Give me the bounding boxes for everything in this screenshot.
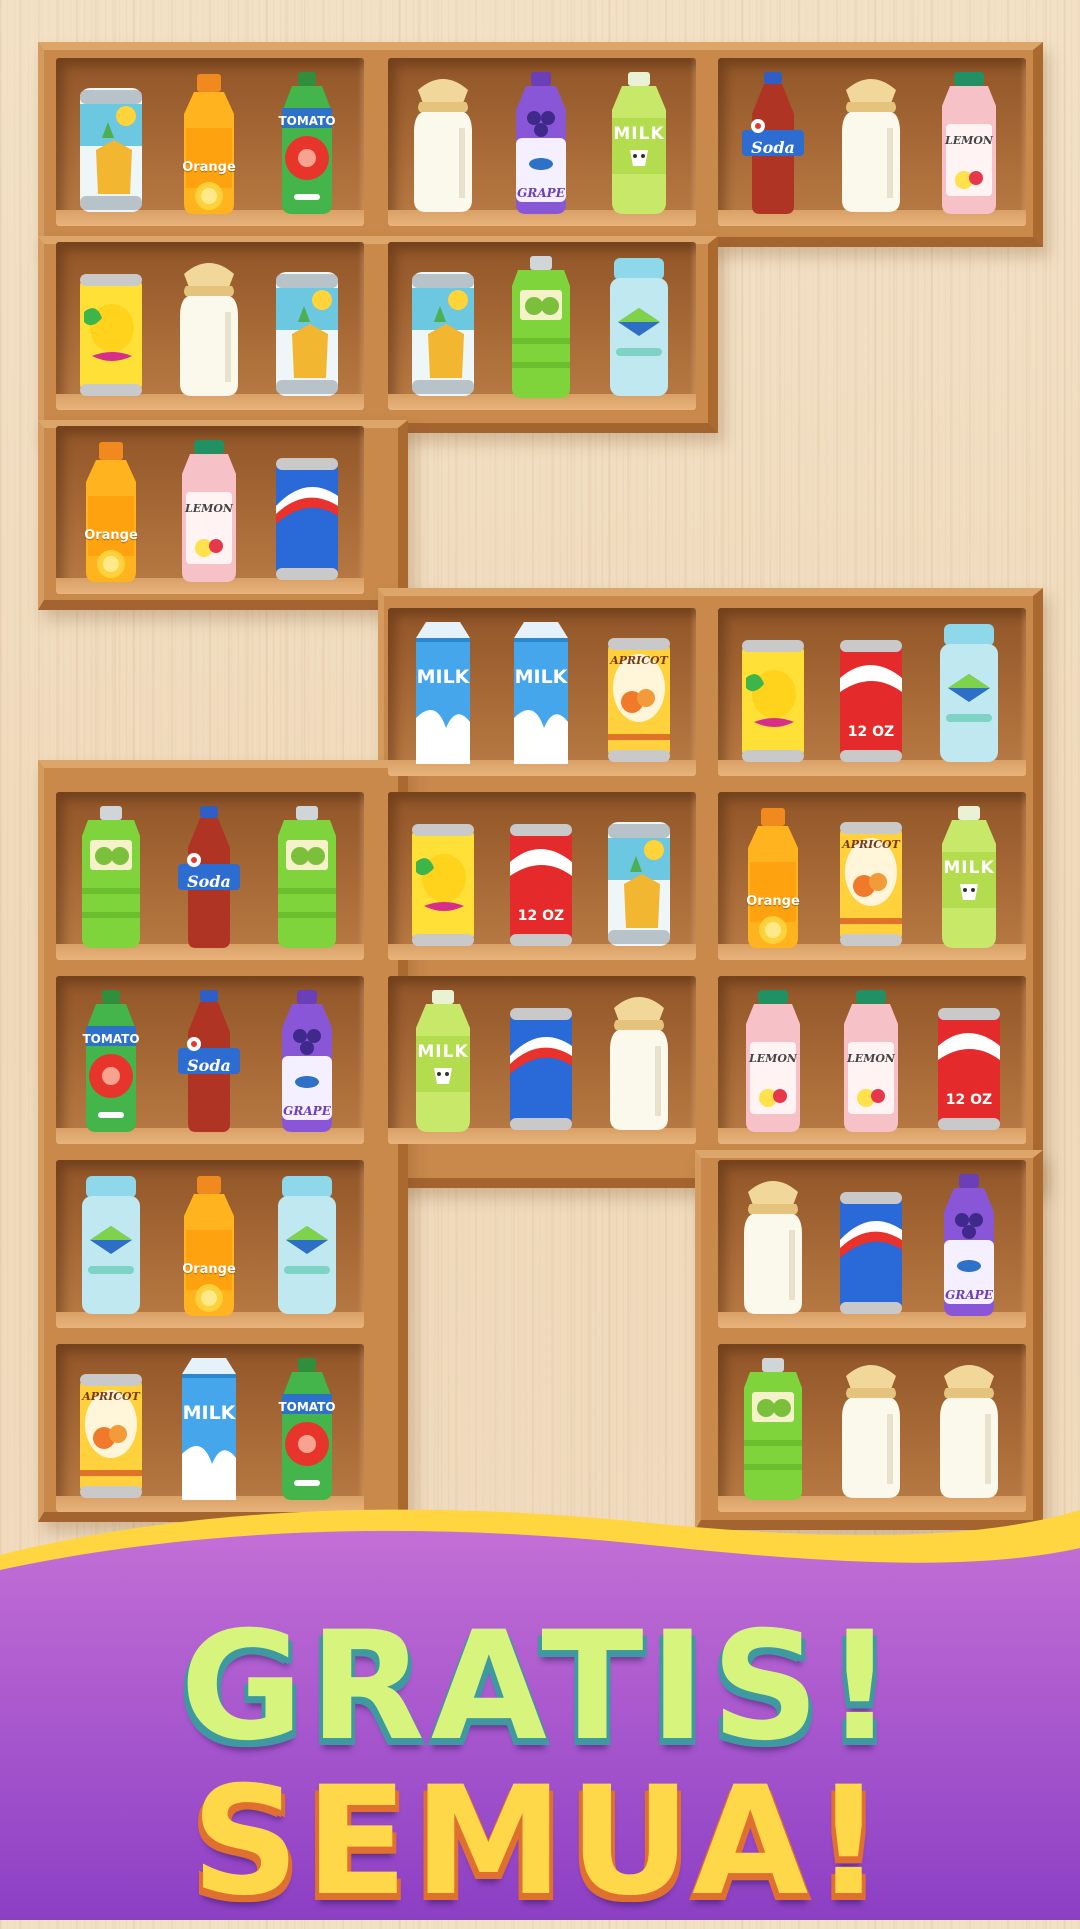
lemon-can-icon[interactable] [74,252,148,402]
shelf-cell-r6-c2[interactable]: MILK [388,976,696,1144]
soda-bottle-icon[interactable]: Soda [736,68,810,218]
milk-carton-icon[interactable]: MILK [172,1354,246,1504]
shelf-cell-r2-c1[interactable] [56,242,364,410]
shelf-cell-r6-c1[interactable]: TOMATO Soda GRAPE [56,976,364,1144]
milk-jar-icon[interactable] [602,986,676,1136]
shelf-cell-r8-c3[interactable] [718,1344,1026,1512]
pineapple-can-icon[interactable] [406,252,480,402]
soda-bottle-icon[interactable]: Soda [172,802,246,952]
milk-jar-icon[interactable] [834,68,908,218]
milk-carton-icon[interactable]: MILK [406,618,480,768]
shelf-cell-r6-c3[interactable]: LEMON LEMON 12 OZ [718,976,1026,1144]
shelf-cell-r7-c3[interactable]: GRAPE [718,1160,1026,1328]
soda-bottle-icon[interactable]: Soda [172,986,246,1136]
milk-jar-icon[interactable] [172,252,246,402]
tomato-juice-bottle-icon[interactable]: TOMATO [270,68,344,218]
milk-carton-icon[interactable]: MILK [504,618,578,768]
grape-juice-bottle-icon[interactable]: GRAPE [270,986,344,1136]
shelf-cell-r8-c1[interactable]: APRICOT MILK TOMATO [56,1344,364,1512]
kiwi-jug-icon[interactable] [736,1354,810,1504]
water-bottle-icon[interactable] [602,252,676,402]
shelf-cell-r1-c3[interactable]: Soda LEMON [718,58,1026,226]
promo-banner: GRATIS! SEMUA! [0,1500,1080,1929]
milk-bottle-icon[interactable]: MILK [602,68,676,218]
water-bottle-icon[interactable] [932,618,1006,768]
milk-bottle-icon[interactable]: MILK [406,986,480,1136]
lemon-can-icon[interactable] [736,618,810,768]
shelf-cell-r5-c2[interactable]: 12 OZ [388,792,696,960]
kiwi-jug-icon[interactable] [504,252,578,402]
red-cola-can-icon[interactable]: 12 OZ [834,618,908,768]
headline-semua: SEMUA! [191,1755,889,1929]
shelf-board: Orange TOMATO GRAPE MILK Soda LEMON Orange LEMO… [0,0,1080,1560]
orange-juice-bottle-icon[interactable]: Orange [74,436,148,586]
shelf-cell-r7-c1[interactable]: Orange [56,1160,364,1328]
orange-juice-bottle-icon[interactable]: Orange [172,68,246,218]
shelf-cell-r2-c2[interactable] [388,242,696,410]
shelf-cell-r4-c2[interactable]: MILK MILK APRICOT [388,608,696,776]
milk-jar-icon[interactable] [932,1354,1006,1504]
red-cola-can-icon[interactable]: 12 OZ [932,986,1006,1136]
shelf-cell-r1-c2[interactable]: GRAPE MILK [388,58,696,226]
milk-bottle-icon[interactable]: MILK [932,802,1006,952]
pineapple-can-icon[interactable] [602,802,676,952]
tomato-juice-bottle-icon[interactable]: TOMATO [74,986,148,1136]
pineapple-can-icon[interactable] [270,252,344,402]
lemon-can-icon[interactable] [406,802,480,952]
lemon-juice-jug-icon[interactable]: LEMON [834,986,908,1136]
lemon-juice-jug-icon[interactable]: LEMON [172,436,246,586]
grape-juice-bottle-icon[interactable]: GRAPE [504,68,578,218]
lemon-juice-jug-icon[interactable]: LEMON [736,986,810,1136]
shelf-cell-r3-c1[interactable]: Orange LEMON [56,426,364,594]
water-bottle-icon[interactable] [74,1170,148,1320]
grape-juice-bottle-icon[interactable]: GRAPE [932,1170,1006,1320]
kiwi-jug-icon[interactable] [74,802,148,952]
blue-can-icon[interactable] [834,1170,908,1320]
red-cola-can-icon[interactable]: 12 OZ [504,802,578,952]
pineapple-can-icon[interactable] [74,68,148,218]
orange-juice-bottle-icon[interactable]: Orange [736,802,810,952]
blue-can-icon[interactable] [504,986,578,1136]
water-bottle-icon[interactable] [270,1170,344,1320]
milk-jar-icon[interactable] [834,1354,908,1504]
shelf-cell-r5-c1[interactable]: Soda [56,792,364,960]
kiwi-jug-icon[interactable] [270,802,344,952]
headline-gratis: GRATIS! [180,1600,900,1774]
milk-jar-icon[interactable] [736,1170,810,1320]
shelf-cell-r1-c1[interactable]: Orange TOMATO [56,58,364,226]
milk-jar-icon[interactable] [406,68,480,218]
blue-can-icon[interactable] [270,436,344,586]
apricot-can-icon[interactable]: APRICOT [74,1354,148,1504]
lemon-juice-jug-icon[interactable]: LEMON [932,68,1006,218]
tomato-juice-bottle-icon[interactable]: TOMATO [270,1354,344,1504]
shelf-cell-r4-c3[interactable]: 12 OZ [718,608,1026,776]
apricot-can-icon[interactable]: APRICOT [834,802,908,952]
orange-juice-bottle-icon[interactable]: Orange [172,1170,246,1320]
shelf-cell-r5-c3[interactable]: Orange APRICOT MILK [718,792,1026,960]
apricot-can-icon[interactable]: APRICOT [602,618,676,768]
